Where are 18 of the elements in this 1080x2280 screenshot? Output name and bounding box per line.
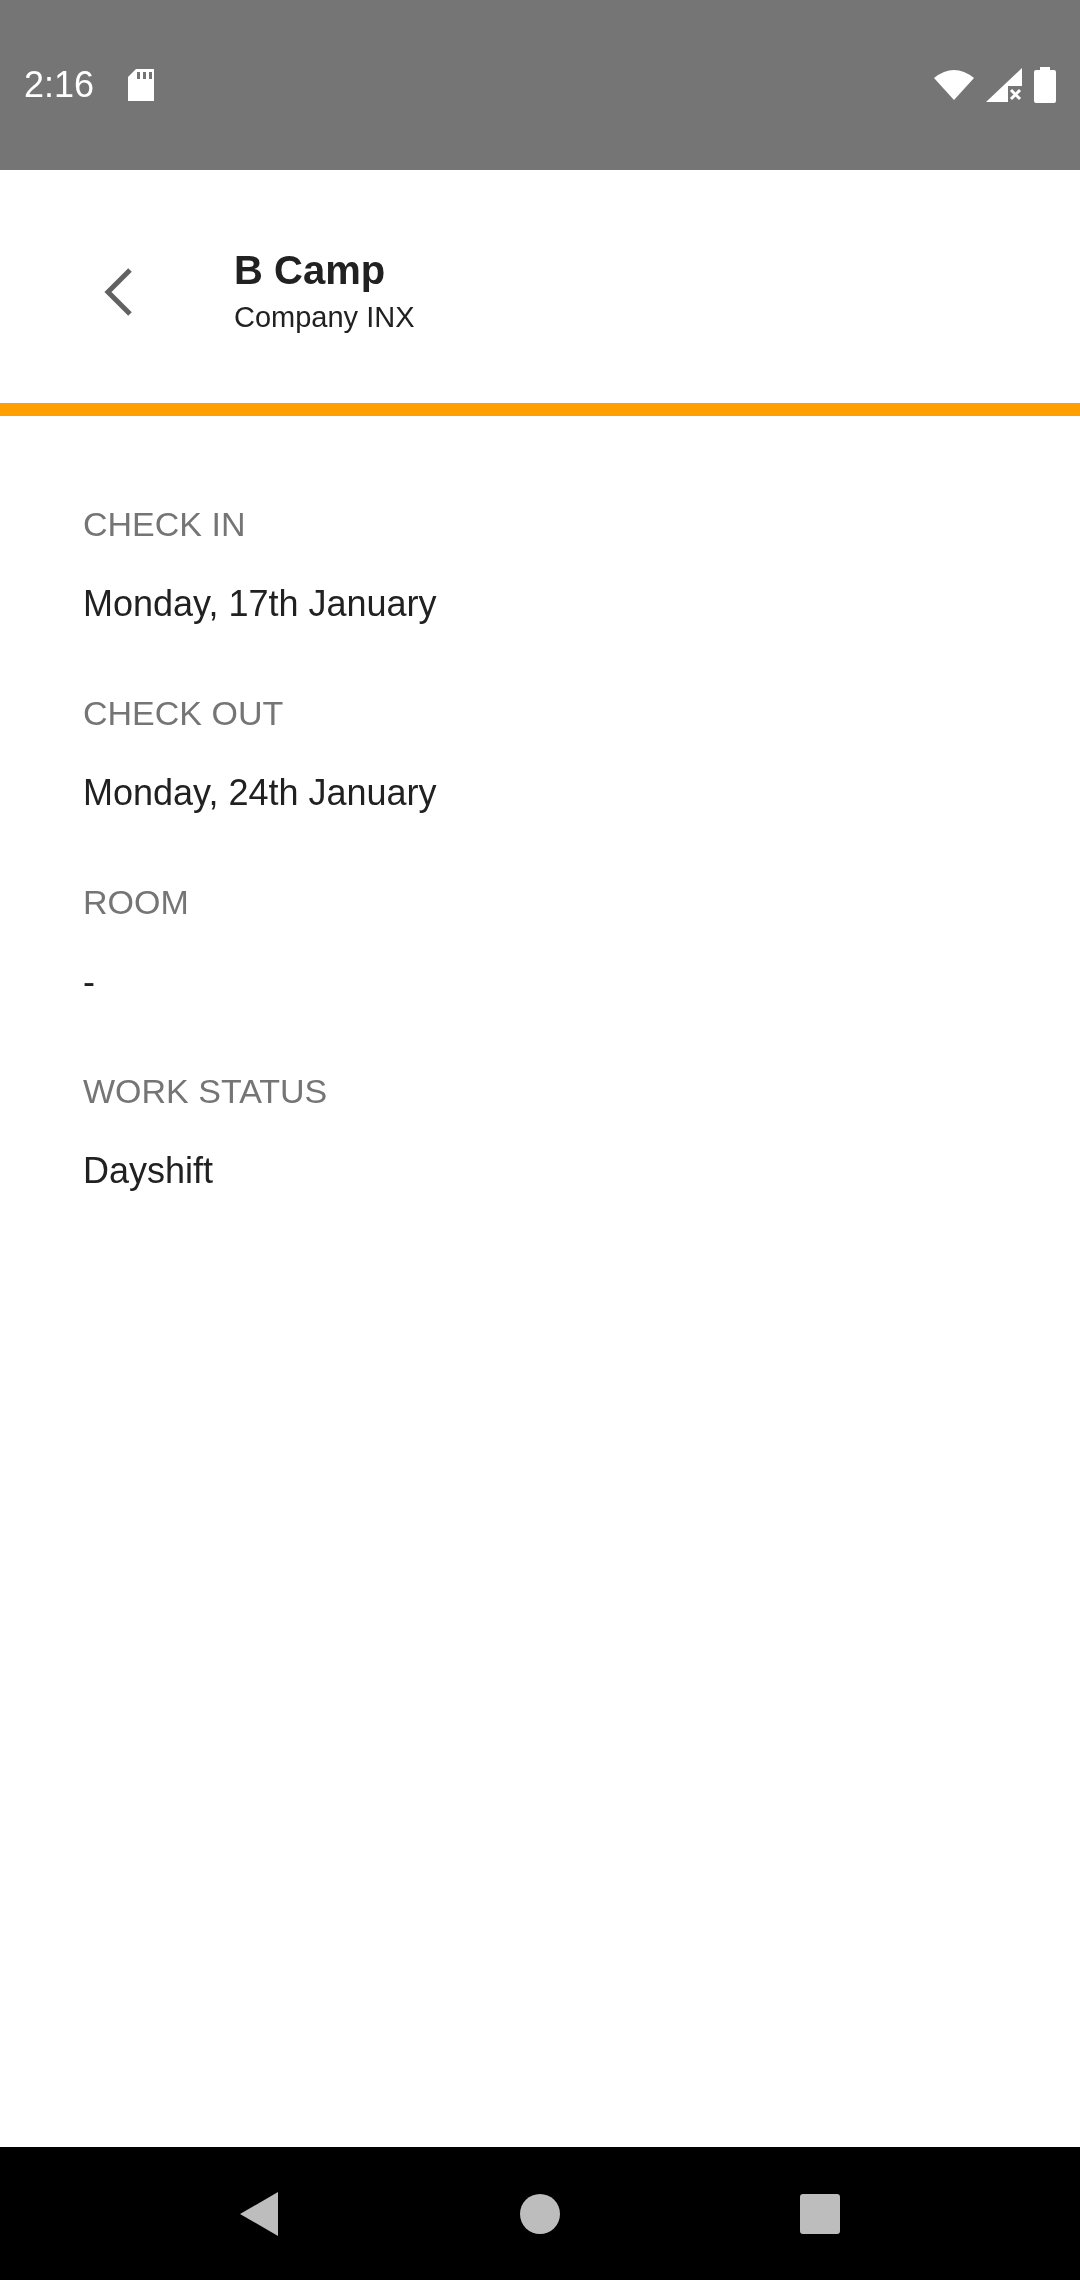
battery-icon [1034, 67, 1056, 103]
detail-value: Monday, 24th January [83, 771, 438, 815]
home-nav-button[interactable] [520, 2193, 560, 2234]
back-nav-button[interactable] [240, 2191, 280, 2236]
sd-card-icon [128, 69, 155, 101]
detail-value: - [83, 960, 96, 1004]
wifi-icon [934, 70, 974, 100]
detail-label: CHECK IN [83, 504, 247, 545]
status-time: 2:16 [24, 64, 95, 106]
detail-value: Monday, 17th January [83, 582, 438, 626]
page-title: B Camp [234, 246, 387, 294]
detail-label: CHECK OUT [83, 693, 285, 734]
detail-value: Dayshift [83, 1149, 215, 1193]
recents-nav-button[interactable] [800, 2193, 840, 2234]
detail-label: ROOM [83, 882, 190, 923]
page-subtitle: Company INX [234, 299, 415, 335]
detail-label: WORK STATUS [83, 1071, 329, 1112]
signal-icon [986, 68, 1022, 102]
